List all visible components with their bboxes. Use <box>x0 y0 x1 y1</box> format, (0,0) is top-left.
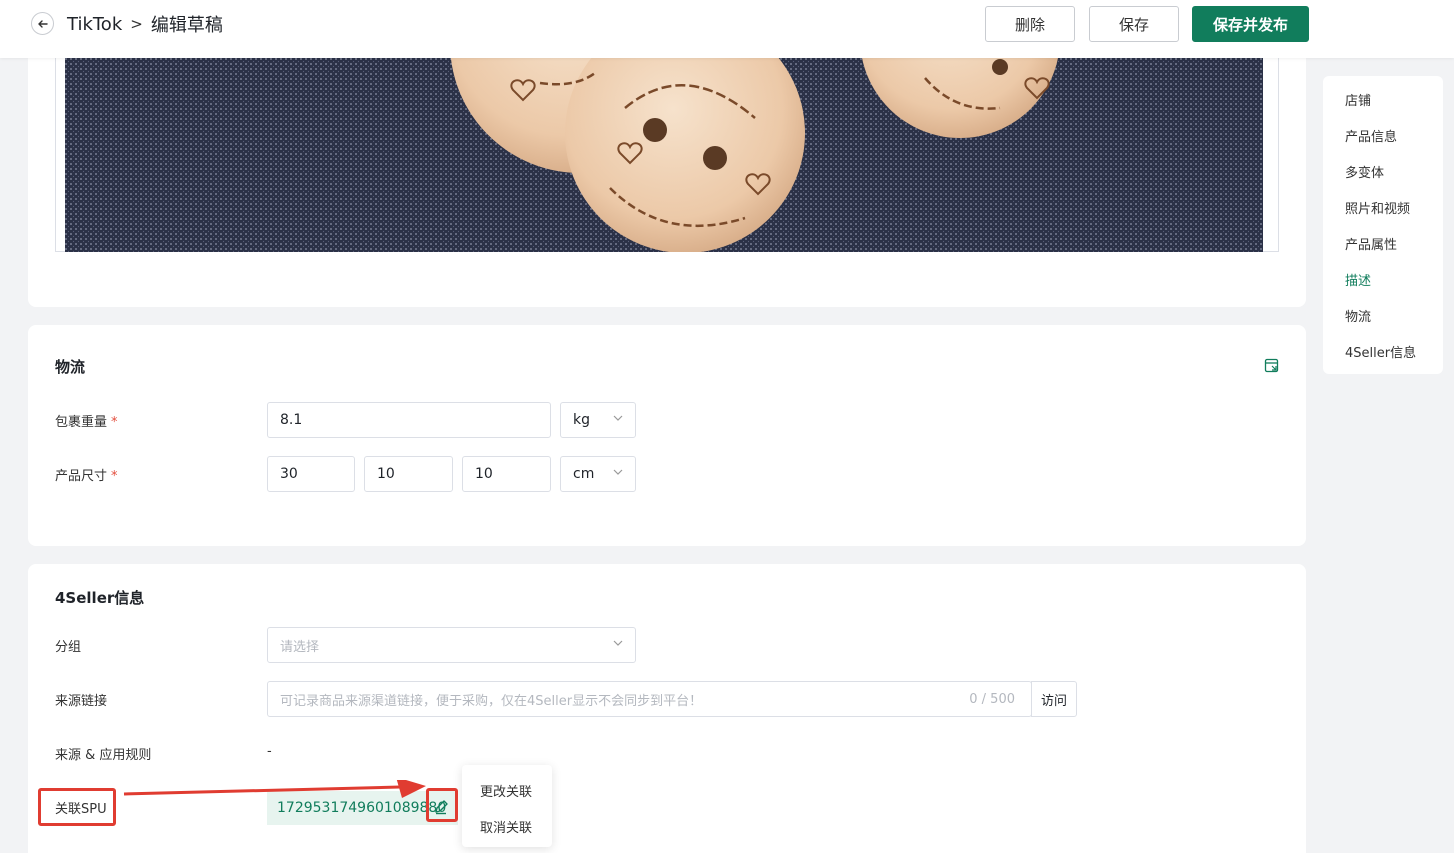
nav-item-store[interactable]: 店铺 <box>1345 90 1371 109</box>
top-bar: TikTok > 编辑草稿 删除 保存 保存并发布 <box>0 0 1454 58</box>
source-link-label: 来源链接 <box>55 694 108 709</box>
weight-unit-value: kg <box>573 412 590 428</box>
change-link-option[interactable]: 更改关联 <box>480 781 532 800</box>
edit-icon[interactable] <box>433 799 449 815</box>
chevron-down-icon <box>613 640 623 646</box>
description-image-frame <box>55 58 1279 252</box>
dimension-unit-select[interactable]: cm <box>560 456 636 492</box>
required-mark: * <box>111 415 118 430</box>
product-image <box>65 58 1263 252</box>
required-mark: * <box>111 469 118 484</box>
annotation-box-spu-label <box>38 788 116 826</box>
weight-label: 包裹重量 * <box>55 411 118 430</box>
delete-button[interactable]: 删除 <box>985 6 1075 42</box>
save-publish-button[interactable]: 保存并发布 <box>1192 6 1309 42</box>
source-rule-value: - <box>267 744 272 759</box>
weight-unit-select[interactable]: kg <box>560 402 636 438</box>
group-select[interactable]: 请选择 <box>267 627 636 663</box>
weight-label-text: 包裹重量 <box>55 415 108 430</box>
nav-item-seller-info[interactable]: 4Seller信息 <box>1345 342 1416 361</box>
expand-icon[interactable] <box>1264 358 1279 373</box>
nav-item-logistics[interactable]: 物流 <box>1345 306 1371 325</box>
visit-button[interactable]: 访问 <box>1031 681 1077 717</box>
seller-info-title: 4Seller信息 <box>55 589 145 607</box>
logistics-title: 物流 <box>55 358 86 376</box>
spu-action-menu: 更改关联 取消关联 <box>462 765 552 847</box>
chevron-down-icon <box>613 415 623 421</box>
nav-item-variants[interactable]: 多变体 <box>1345 162 1384 181</box>
group-label: 分组 <box>55 640 82 655</box>
chevron-down-icon <box>613 469 623 475</box>
annotation-arrow-icon <box>123 780 426 798</box>
page-title: 编辑草稿 <box>150 15 223 36</box>
source-link-count: 0 / 500 <box>969 692 1015 707</box>
source-link-input[interactable]: 可记录商品来源渠道链接，便于采购，仅在4Seller显示不会同步到平台！ 0 /… <box>267 681 1032 717</box>
unlink-option[interactable]: 取消关联 <box>480 817 532 836</box>
weight-input[interactable]: 8.1 <box>267 402 551 438</box>
breadcrumb-separator: > <box>130 15 143 33</box>
dimension-unit-value: cm <box>573 466 595 482</box>
section-nav: 店铺 产品信息 多变体 照片和视频 产品属性 描述 物流 4Seller信息 <box>1323 76 1443 374</box>
breadcrumb-platform[interactable]: TikTok <box>67 14 122 35</box>
back-button[interactable] <box>31 12 54 35</box>
nav-item-product-info[interactable]: 产品信息 <box>1345 126 1397 145</box>
save-button[interactable]: 保存 <box>1089 6 1179 42</box>
nav-item-description[interactable]: 描述 <box>1345 270 1371 289</box>
width-input[interactable]: 10 <box>364 456 453 492</box>
dimension-label: 产品尺寸 * <box>55 465 118 484</box>
dimension-label-text: 产品尺寸 <box>55 469 108 484</box>
group-placeholder: 请选择 <box>280 639 320 655</box>
nav-item-attributes[interactable]: 产品属性 <box>1345 234 1397 253</box>
logistics-card: 物流 包裹重量 * 8.1 kg 产品尺寸 * 30 10 10 cm <box>28 325 1306 546</box>
description-card <box>28 40 1306 307</box>
length-input[interactable]: 30 <box>267 456 355 492</box>
height-input[interactable]: 10 <box>462 456 551 492</box>
source-rule-label: 来源 & 应用规则 <box>55 748 152 763</box>
nav-item-media[interactable]: 照片和视频 <box>1345 198 1410 217</box>
arrow-left-icon <box>37 19 48 28</box>
breadcrumb: TikTok > 编辑草稿 <box>67 11 223 37</box>
source-link-placeholder: 可记录商品来源渠道链接，便于采购，仅在4Seller显示不会同步到平台！ <box>280 693 703 709</box>
